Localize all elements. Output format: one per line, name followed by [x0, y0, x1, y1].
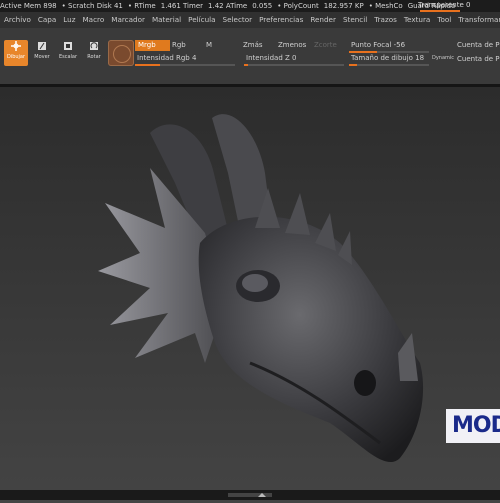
menu-material[interactable]: Material	[152, 12, 181, 28]
document-canvas[interactable]	[0, 84, 500, 503]
nostril	[354, 370, 376, 396]
z-intensity-label: Intensidad Z 0	[246, 54, 297, 62]
draw-label: Dibujar	[6, 54, 26, 60]
menu-stencil[interactable]: Stencil	[343, 12, 367, 28]
status-rtime: • RTime	[127, 2, 156, 10]
status-atime-value: 0.055	[252, 2, 273, 10]
material-sphere-icon	[113, 45, 131, 63]
status-polycount-value: 182.957 KP	[323, 2, 364, 10]
rgb-intensity-label: Intensidad Rgb 4	[137, 54, 197, 62]
draw-size-fill	[349, 64, 357, 66]
zadd-button[interactable]: Zmás	[243, 41, 263, 49]
menu-luz[interactable]: Luz	[63, 12, 75, 28]
menu-selector[interactable]: Selector	[223, 12, 253, 28]
status-timer: 1.461 Timer	[160, 2, 204, 10]
transparent-slider[interactable]: Transparente 0	[418, 0, 470, 12]
focal-shift-fill	[349, 51, 377, 53]
dynamic-button[interactable]: Dynamic	[432, 55, 454, 61]
snout	[198, 216, 424, 463]
rotate-label: Rotar	[87, 54, 101, 60]
move-label: Mover	[34, 54, 50, 60]
m-button[interactable]: M	[206, 41, 212, 49]
toolbar-spacer	[0, 70, 500, 84]
z-intensity-slider[interactable]	[244, 64, 344, 66]
status-scratch-disk: • Scratch Disk 41	[61, 2, 123, 10]
focal-shift-label: Punto Focal -56	[351, 41, 406, 49]
scale-icon	[64, 42, 72, 50]
expand-arrow-icon[interactable]	[258, 493, 266, 497]
draw-icon	[11, 41, 21, 51]
scale-label: Escalar	[58, 54, 78, 60]
rotate-button[interactable]: Rotar	[82, 40, 106, 66]
move-icon	[38, 42, 46, 50]
status-atime: 1.42 ATime	[208, 2, 248, 10]
material-ball-button[interactable]	[108, 40, 134, 66]
point-count-label-1: Cuenta de Pun	[457, 41, 500, 49]
bottom-shelf	[0, 490, 500, 500]
draw-size-slider[interactable]	[349, 64, 429, 66]
menu-transformar[interactable]: Transformar	[458, 12, 500, 28]
transparent-label: Transparente 0	[418, 1, 471, 9]
status-active-mem: Active Mem 898	[0, 2, 57, 10]
status-polycount: • PolyCount	[277, 2, 319, 10]
mrgb-button[interactable]: Mrgb	[135, 40, 170, 51]
move-button[interactable]: Mover	[30, 40, 54, 66]
dragon-head-model	[98, 114, 424, 463]
point-count-label-2: Cuenta de Pun	[457, 55, 500, 63]
menu-trazos[interactable]: Trazos	[374, 12, 397, 28]
menu-textura[interactable]: Textura	[404, 12, 430, 28]
menu-pelicula[interactable]: Película	[188, 12, 215, 28]
menu-bar: Archivo Capa Luz Macro Marcador Material Pelíc…	[0, 12, 500, 28]
draw-button[interactable]: Dibujar	[4, 40, 28, 66]
logo-text: MOD	[452, 413, 500, 438]
menu-capa[interactable]: Capa	[38, 12, 56, 28]
menu-marcador[interactable]: Marcador	[111, 12, 145, 28]
menu-macro[interactable]: Macro	[82, 12, 104, 28]
draw-size-label: Tamaño de dibujo 18	[351, 54, 425, 62]
status-meshcount: • MeshCo	[368, 2, 403, 10]
scale-button[interactable]: Escalar	[56, 40, 80, 66]
rotate-icon	[90, 42, 98, 50]
eye	[242, 274, 268, 292]
watermark-logo: MOD	[446, 409, 500, 443]
menu-render[interactable]: Render	[310, 12, 336, 28]
menu-archivo[interactable]: Archivo	[4, 12, 31, 28]
rgb-intensity-fill	[135, 64, 160, 66]
menu-preferencias[interactable]: Preferencias	[259, 12, 303, 28]
zcut-button[interactable]: Zcorte	[314, 41, 337, 49]
rgb-button[interactable]: Rgb	[172, 41, 186, 49]
rgb-intensity-slider[interactable]	[135, 64, 235, 66]
zsub-button[interactable]: Zmenos	[278, 41, 306, 49]
menu-tool[interactable]: Tool	[437, 12, 451, 28]
toolbar: Dibujar Mover Escalar Rotar Mrgb Rgb M I…	[0, 28, 500, 70]
focal-shift-slider[interactable]	[349, 51, 429, 53]
z-intensity-fill	[244, 64, 248, 66]
